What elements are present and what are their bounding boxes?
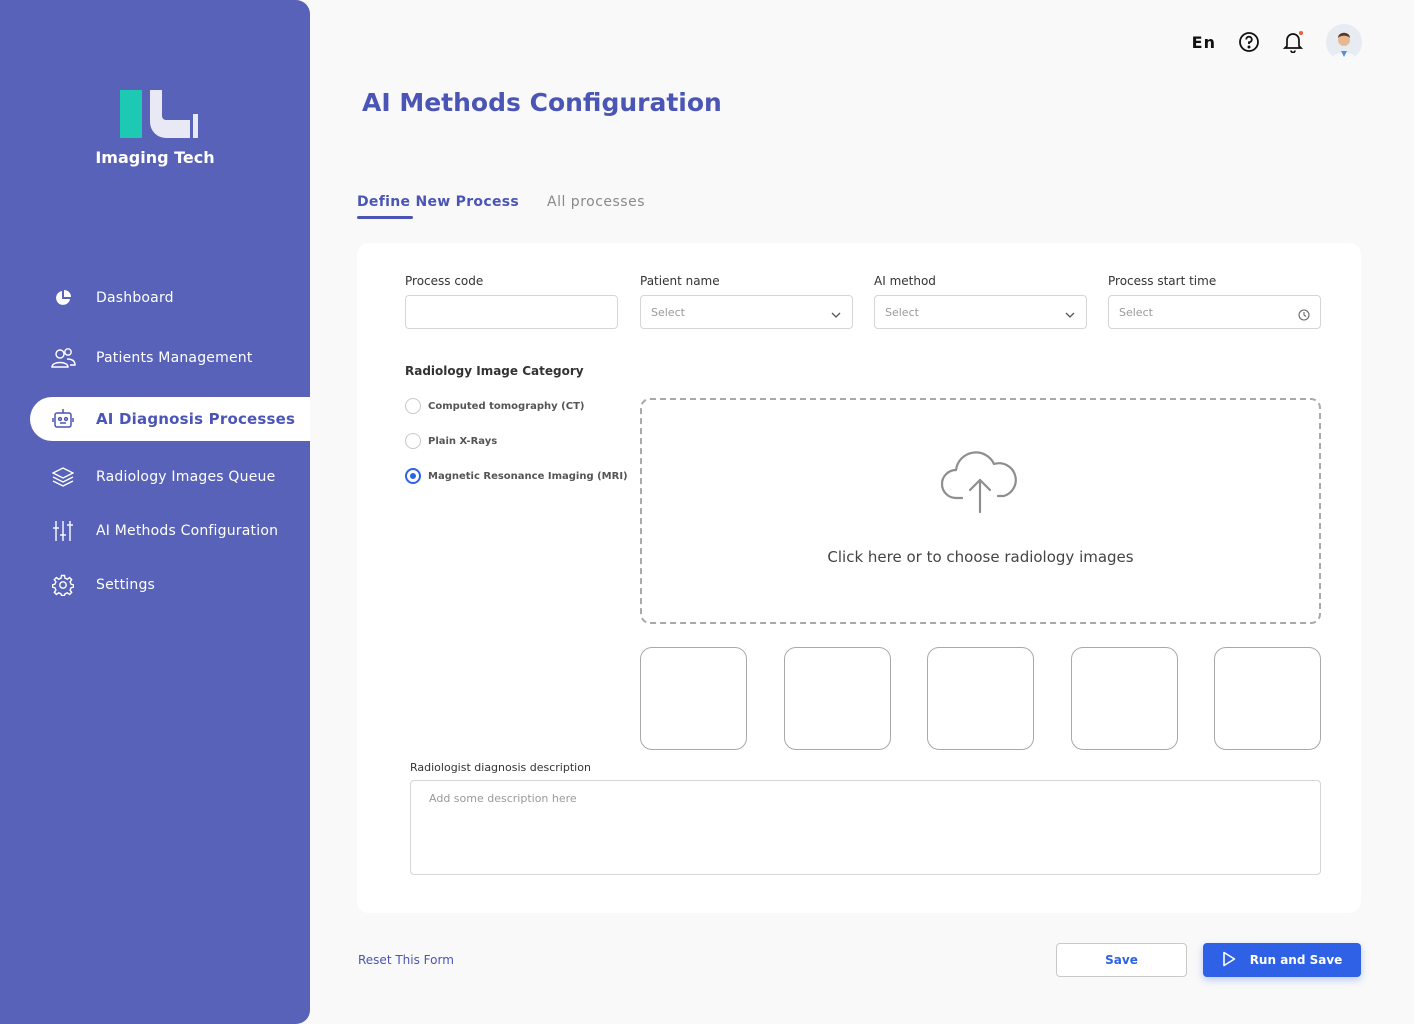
sidebar: Imaging Tech Dashboard Patients Manageme… [0,0,310,1024]
ai-method-label: AI method [874,274,936,288]
radio-label: Plain X-Rays [428,435,498,447]
radio-x-rays[interactable]: Plain X-Rays [405,433,497,449]
sidebar-item-dashboard[interactable]: Dashboard [30,276,310,320]
notification-dot [1299,31,1303,35]
save-button-label: Save [1105,953,1138,967]
sidebar-item-label: AI Diagnosis Processes [96,410,296,428]
gear-icon [30,574,96,596]
sliders-icon [30,520,96,542]
start-time-picker[interactable]: Select [1108,295,1321,329]
dropzone-text: Click here or to choose radiology images [827,548,1134,566]
ai-method-placeholder: Select [885,306,919,319]
layers-icon [30,467,96,487]
process-code-input[interactable] [405,295,618,329]
robot-icon [30,408,96,430]
top-bar: En [1192,22,1362,62]
save-button[interactable]: Save [1056,943,1187,977]
process-form-card: Process code Patient name Select AI meth… [357,243,1361,913]
image-thumbnail-slot[interactable] [784,647,891,750]
start-time-placeholder: Select [1119,306,1153,319]
patient-name-select[interactable]: Select [640,295,853,329]
help-icon[interactable] [1238,31,1260,53]
category-title: Radiology Image Category [405,364,584,378]
image-upload-dropzone[interactable]: Click here or to choose radiology images [640,398,1321,624]
radio-circle [405,398,421,414]
radio-label: Computed tomography (CT) [428,400,585,412]
description-label: Radiologist diagnosis description [410,761,591,774]
sidebar-item-settings[interactable]: Settings [30,563,310,607]
image-thumbnail-slot[interactable] [927,647,1034,750]
radio-mri[interactable]: Magnetic Resonance Imaging (MRI) [405,468,628,484]
radio-label: Magnetic Resonance Imaging (MRI) [428,470,628,482]
radio-circle [405,433,421,449]
image-thumbnail-slot[interactable] [1071,647,1178,750]
pie-chart-icon [30,289,96,307]
run-and-save-button[interactable]: Run and Save [1203,943,1361,977]
image-thumbnail-slot[interactable] [1214,647,1321,750]
play-icon [1222,951,1236,970]
clock-icon [1298,306,1310,325]
sidebar-item-label: AI Methods Configuration [96,523,279,539]
users-icon [30,347,96,369]
process-code-label: Process code [405,274,484,288]
sidebar-item-label: Dashboard [96,290,174,306]
cloud-upload-icon [940,451,1017,514]
description-textarea[interactable]: Add some description here [410,780,1321,875]
bell-icon[interactable] [1282,31,1304,53]
run-and-save-label: Run and Save [1249,953,1343,967]
patient-name-label: Patient name [640,274,720,288]
image-thumbnail-slot[interactable] [640,647,747,750]
patient-name-placeholder: Select [651,306,685,319]
radio-circle [405,468,421,484]
sidebar-item-label: Radiology Images Queue [96,469,276,485]
start-time-label: Process start time [1108,274,1217,288]
avatar[interactable] [1326,24,1362,60]
description-placeholder: Add some description here [429,792,577,805]
sidebar-item-ai-diagnosis-processes[interactable]: AI Diagnosis Processes [30,397,310,441]
reset-form-link[interactable]: Reset This Form [358,953,454,967]
brand-name: Imaging Tech [95,148,215,167]
sidebar-item-ai-methods-configuration[interactable]: AI Methods Configuration [30,509,310,553]
chevron-down-icon [830,306,842,325]
sidebar-item-patients-management[interactable]: Patients Management [30,336,310,380]
imaging-tech-logo [120,90,198,138]
page-title: AI Methods Configuration [362,88,722,117]
sidebar-item-label: Settings [96,577,156,593]
tab-all-processes[interactable]: All processes [547,194,645,210]
chevron-down-icon [1064,306,1076,325]
sidebar-item-label: Patients Management [96,350,253,366]
ai-method-select[interactable]: Select [874,295,1087,329]
tab-define-new-process[interactable]: Define New Process [357,194,519,219]
radio-ct[interactable]: Computed tomography (CT) [405,398,584,414]
sidebar-item-radiology-images-queue[interactable]: Radiology Images Queue [30,455,310,499]
language-switcher[interactable]: En [1192,33,1216,52]
